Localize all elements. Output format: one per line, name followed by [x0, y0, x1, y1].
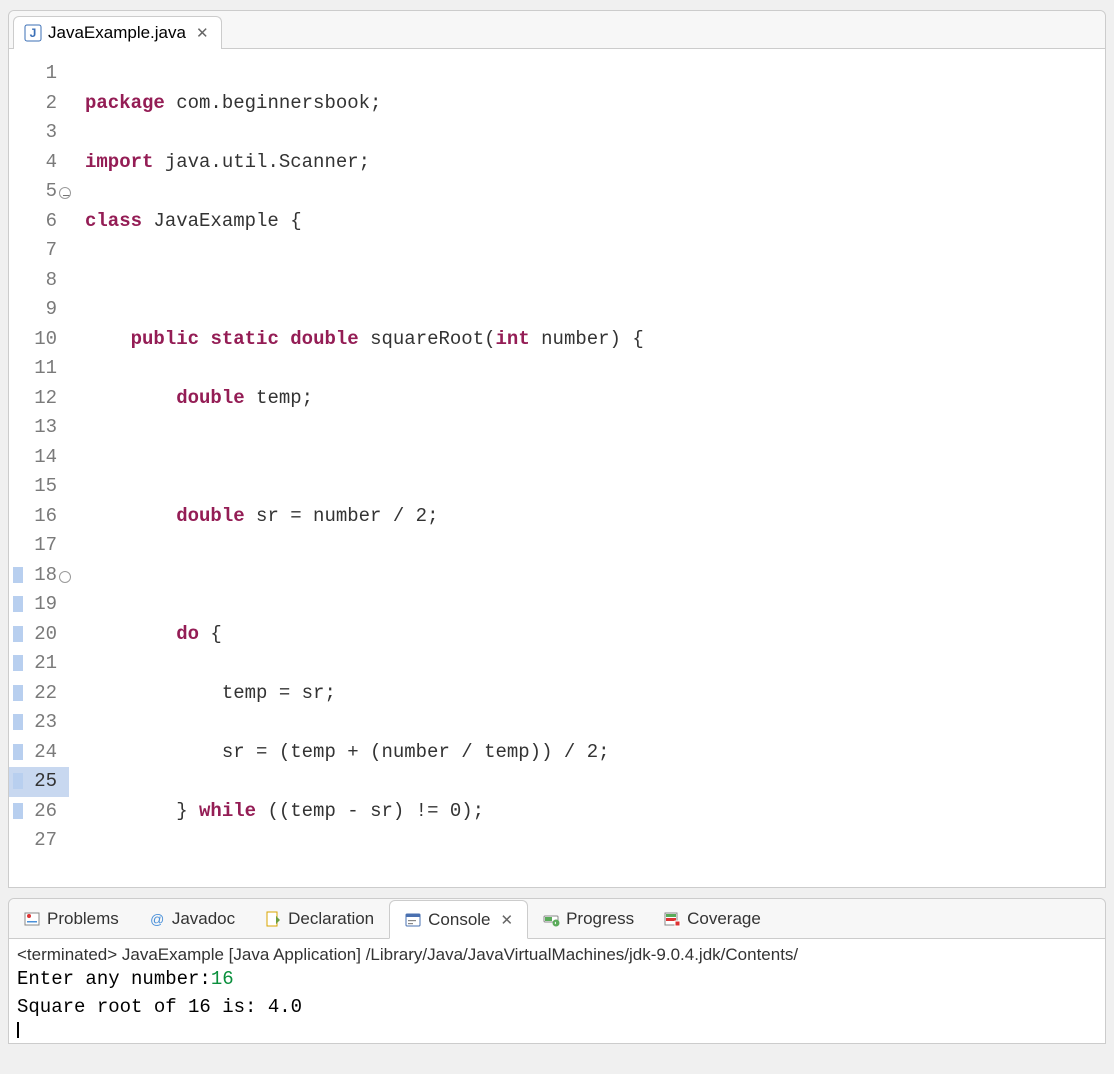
code-body[interactable]: package com.beginnersbook; import java.u…: [75, 49, 1105, 887]
svg-text:@: @: [150, 911, 164, 927]
declaration-icon: [264, 910, 282, 928]
tab-javadoc[interactable]: @ Javadoc: [134, 899, 250, 938]
line-number: 5: [9, 177, 69, 207]
line-number: 1: [9, 59, 69, 89]
console-line: Square root of 16 is: 4.0: [17, 993, 1097, 1021]
line-number: 17: [9, 531, 69, 561]
line-number: 11: [9, 354, 69, 384]
console-run-header: <terminated> JavaExample [Java Applicati…: [17, 945, 1097, 965]
editor-panel: J JavaExample.java ✕ 1234567891011121314…: [8, 10, 1106, 888]
progress-icon: [542, 910, 560, 928]
tab-progress[interactable]: Progress: [528, 899, 649, 938]
console-line: Enter any number:16: [17, 965, 1097, 993]
editor-tabs-bar: J JavaExample.java ✕: [9, 11, 1105, 49]
line-number: 12: [9, 384, 69, 414]
tab-coverage[interactable]: Coverage: [649, 899, 776, 938]
tab-progress-label: Progress: [566, 909, 634, 929]
coverage-icon: [663, 910, 681, 928]
console-body: <terminated> JavaExample [Java Applicati…: [9, 939, 1105, 1043]
tab-declaration-label: Declaration: [288, 909, 374, 929]
line-number: 9: [9, 295, 69, 325]
line-number: 3: [9, 118, 69, 148]
line-number: 7: [9, 236, 69, 266]
tab-problems[interactable]: Problems: [9, 899, 134, 938]
line-number: 19: [9, 590, 69, 620]
bottom-panel: Problems @ Javadoc Declaration Console ✕…: [8, 898, 1106, 1044]
problems-icon: [23, 910, 41, 928]
tab-declaration[interactable]: Declaration: [250, 899, 389, 938]
line-number: 13: [9, 413, 69, 443]
line-number: 10: [9, 325, 69, 355]
tab-console-label: Console: [428, 910, 490, 930]
editor-tab-label: JavaExample.java: [48, 23, 186, 43]
svg-text:J: J: [30, 26, 37, 40]
line-number: 22: [9, 679, 69, 709]
tab-console[interactable]: Console ✕: [389, 900, 528, 939]
line-number: 25: [9, 767, 69, 797]
bottom-tabs-bar: Problems @ Javadoc Declaration Console ✕…: [9, 899, 1105, 939]
javadoc-icon: @: [148, 910, 166, 928]
line-number: 18: [9, 561, 69, 591]
close-icon[interactable]: ✕: [192, 24, 209, 42]
editor-tab-javaexample[interactable]: J JavaExample.java ✕: [13, 16, 222, 49]
line-number: 6: [9, 207, 69, 237]
tab-problems-label: Problems: [47, 909, 119, 929]
tab-javadoc-label: Javadoc: [172, 909, 235, 929]
line-number-gutter: 1234567891011121314151617181920212223242…: [9, 49, 75, 887]
line-number: 14: [9, 443, 69, 473]
line-number: 4: [9, 148, 69, 178]
line-number: 27: [9, 826, 69, 856]
close-icon[interactable]: ✕: [497, 911, 514, 929]
line-number: 20: [9, 620, 69, 650]
java-file-icon: J: [24, 24, 42, 42]
console-cursor: [17, 1021, 1097, 1039]
line-number: 24: [9, 738, 69, 768]
line-number: 23: [9, 708, 69, 738]
line-number: 8: [9, 266, 69, 296]
line-number: 26: [9, 797, 69, 827]
console-output[interactable]: Enter any number:16 Square root of 16 is…: [17, 965, 1097, 1039]
tab-coverage-label: Coverage: [687, 909, 761, 929]
line-number: 16: [9, 502, 69, 532]
line-number: 21: [9, 649, 69, 679]
line-number: 2: [9, 89, 69, 119]
console-icon: [404, 911, 422, 929]
code-editor[interactable]: 1234567891011121314151617181920212223242…: [9, 49, 1105, 887]
line-number: 15: [9, 472, 69, 502]
